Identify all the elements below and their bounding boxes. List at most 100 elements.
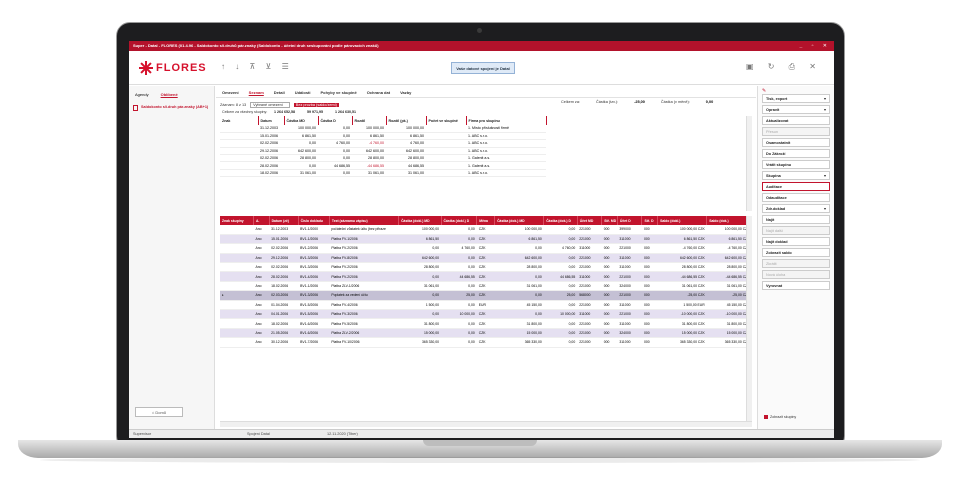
upper-column-header[interactable]: Rozdíl (pk.) [386,116,427,125]
items-row[interactable]: Ano 21.05.2006 BV1-6/2006 Platba ZLV-2/2006… [220,328,752,339]
items-column-header[interactable]: Účet MD [577,216,603,225]
action-button-label: Tisk, export [766,97,788,101]
group-cell: -4 760,00 [352,139,386,148]
tab-ochrana-dat[interactable]: Ochrana dat [367,90,390,95]
upper-column-header[interactable]: Počet ve skupině [426,116,467,125]
action-button[interactable]: Najít [762,215,830,224]
items-column-header[interactable]: Částka (dokl.) MD [398,216,442,225]
upper-column-header[interactable]: Datum [258,116,285,125]
tab-pohyby[interactable]: Pohyby ve skupině [320,90,356,95]
connection-button[interactable]: Vaše datové spojení je Datal [451,62,515,74]
group-row[interactable]: 29.12.2006 642 600,00 0,00 642 600,00 642 60… [220,147,752,156]
items-row[interactable]: Ano 01.04.2006 BV1-5/2006 Platba FV-4/2006 1… [220,300,752,311]
action-button[interactable]: Přesun [762,127,830,136]
items-column-header[interactable]: Saldo (dokl.) [657,216,708,225]
items-cell: 18.02.2006 [269,281,299,292]
tab-omezeni[interactable]: Omezení [222,90,239,95]
items-row[interactable]: Ano 04.01.2006 BV1-5/2006 Platba FV-3/2006 0… [220,309,752,320]
lower-scrollbar[interactable] [746,216,752,421]
group-row[interactable]: 18.02.2006 31 061,00 0,00 31 061,00 31 061,0… [220,169,752,178]
action-button[interactable]: Najít další [762,226,830,235]
filter-select[interactable]: Vybrané omezení [250,102,290,108]
items-column-header[interactable]: Stř. D [641,216,659,225]
window-controls[interactable]: _ ▫ ✕ [799,41,831,51]
items-cell: 365 330,00 [398,337,442,348]
action-button[interactable]: Zobrazit saldo [762,248,830,257]
group-cell [220,125,258,133]
items-column-header[interactable]: Účet D [617,216,643,225]
items-row[interactable]: ▸ Ano 02.03.2006 BV1-3/2006 Poplatek za vede… [220,290,752,301]
main-panel: Omezení Seznam Detail Události Pohyby ve… [216,86,756,429]
home-button[interactable]: ⌂ Domů [135,407,183,417]
items-row[interactable]: Ano 30.12.2006 BV1-7/2006 Platba FV-10/2006… [220,337,752,348]
tab-seznam[interactable]: Seznam [249,90,264,95]
items-row[interactable]: Ano 28.02.2006 BV1-4/2006 Platba FV-2/2006 0… [220,271,752,282]
camera-icon [477,28,482,33]
tab-oblibene[interactable]: Oblíbené [161,92,178,97]
items-row[interactable]: Ano 02.02.2006 BV1-3/2006 Platba FV-2/2006 2… [220,262,752,273]
action-button[interactable]: Do Zákroží [762,149,830,158]
items-cell: 6 861,50 CZK [657,234,707,245]
action-button[interactable]: Osamostatnit [762,138,830,147]
items-cell: 02.02.2006 [269,262,299,273]
items-cell: 15 000,00 [494,328,544,339]
items-column-header[interactable]: Číslo dokladu [298,216,330,225]
sidebar-item-saldokonto[interactable]: Saldokonto s/i.druh pár.znaky (AB+1) [133,105,210,111]
toolbar-icons[interactable]: ↑ ↓ ⊼ ⊻ ☰ [221,62,293,71]
tab-agendy[interactable]: Agendy [135,92,149,97]
horizontal-scrollbar[interactable] [220,421,752,427]
upper-column-header[interactable]: Částka MD [284,116,319,125]
action-button[interactable]: Vyrovnat [762,281,830,290]
items-row[interactable]: Ano 29.12.2006 BV1-3/2006 Platba FV-8/2006 6… [220,253,752,264]
items-cell: 0,00 [441,225,477,235]
upper-column-header[interactable]: Firma pro skupinu [466,116,547,125]
items-column-header[interactable]: A. [253,216,270,225]
tab-detail[interactable]: Detail [274,90,285,95]
items-row[interactable]: Ano 02.02.2006 BV1-2/2006 Platba FV-2/2006 0… [220,243,752,254]
action-button[interactable]: Najít doklad [762,237,830,246]
checkbox-label: Zobrazit skupiny [770,414,797,419]
action-button[interactable]: Opravit ▾ [762,105,830,114]
group-row[interactable]: 02.02.2006 28 800,00 0,00 28 800,00 28 800,0… [220,154,752,163]
action-button[interactable]: Odauditace [762,193,830,202]
upper-column-header[interactable]: Rozdíl [352,116,387,125]
show-groups-checkbox[interactable]: Zobrazit skupiny [764,415,796,419]
group-row[interactable]: 31.12.2003 100 000,00 0,00 100 000,00 100 00… [220,125,752,133]
items-row[interactable]: Ano 18.02.2006 BV1-6/2006 Platba FV-5/2006 3… [220,318,752,329]
items-cell: 000 [641,281,658,292]
items-row[interactable]: Ano 31.12.2003 BV1-1/2000 počáteční zůstate… [220,225,752,235]
action-button[interactable]: Vrátit skupinu [762,160,830,169]
tab-udalosti[interactable]: Události [295,90,311,95]
items-column-header[interactable]: Částka (dokl.) D [441,216,478,225]
action-button[interactable]: Aktualizovat [762,116,830,125]
items-column-header[interactable]: Částka (dok.) MD [494,216,545,225]
items-column-header[interactable]: Datum (zč) [269,216,299,225]
action-button[interactable]: Tisk, export ▾ [762,94,830,103]
group-row[interactable]: 02.02.2006 0,00 4 760,00 -4 760,00 4 760,00 1… [220,139,752,148]
upper-scrollbar[interactable] [746,116,752,211]
action-button[interactable]: Auditace [762,182,830,191]
group-row[interactable]: 28.02.2006 0,00 44 686,55 -44 686,55 44 686,… [220,161,752,170]
action-button[interactable]: Skupina ▾ [762,171,830,180]
upper-column-header[interactable]: Částka D [318,116,353,125]
action-button[interactable]: Nová úloha [762,270,830,279]
tab-vazby[interactable]: Vazby [400,90,411,95]
items-column-header[interactable]: Znak skupiny [220,216,254,225]
upper-column-header[interactable]: Znak [220,116,259,125]
items-column-header[interactable]: Saldo (dok.) [706,216,752,225]
items-row[interactable]: Ano 18.02.2006 BV1-1/2006 Platba ZLV-1/2006… [220,281,752,292]
items-column-header[interactable]: Text (záznamu zápisu) [329,216,400,225]
group-row[interactable]: 15.01.2006 6 861,50 0,00 6 861,50 6 861,50 1.… [220,132,752,141]
header-right-icons[interactable]: ▣ ↻ ⎙ ✕ [746,62,822,72]
items-cell: 221000 [577,318,602,329]
items-row[interactable]: Ano 15.01.2006 BV1-1/2006 Platba FV-1/2006 6… [220,234,752,245]
items-cell: 31 061,00 [398,281,442,292]
main-tabs: Omezení Seznam Detail Události Pohyby ve… [216,86,756,98]
action-button[interactable]: Zkrátit [762,259,830,268]
filter-tag[interactable]: Bez prozba (saldo/zemí) [293,103,339,107]
action-button[interactable]: Zdr.doklad ▾ [762,204,830,213]
items-column-header[interactable]: Stř. MD [601,216,618,225]
items-column-header[interactable]: Částka (dok.) D [543,216,578,225]
flores-logo: FLORES [139,61,207,75]
items-column-header[interactable]: Měna [476,216,496,225]
